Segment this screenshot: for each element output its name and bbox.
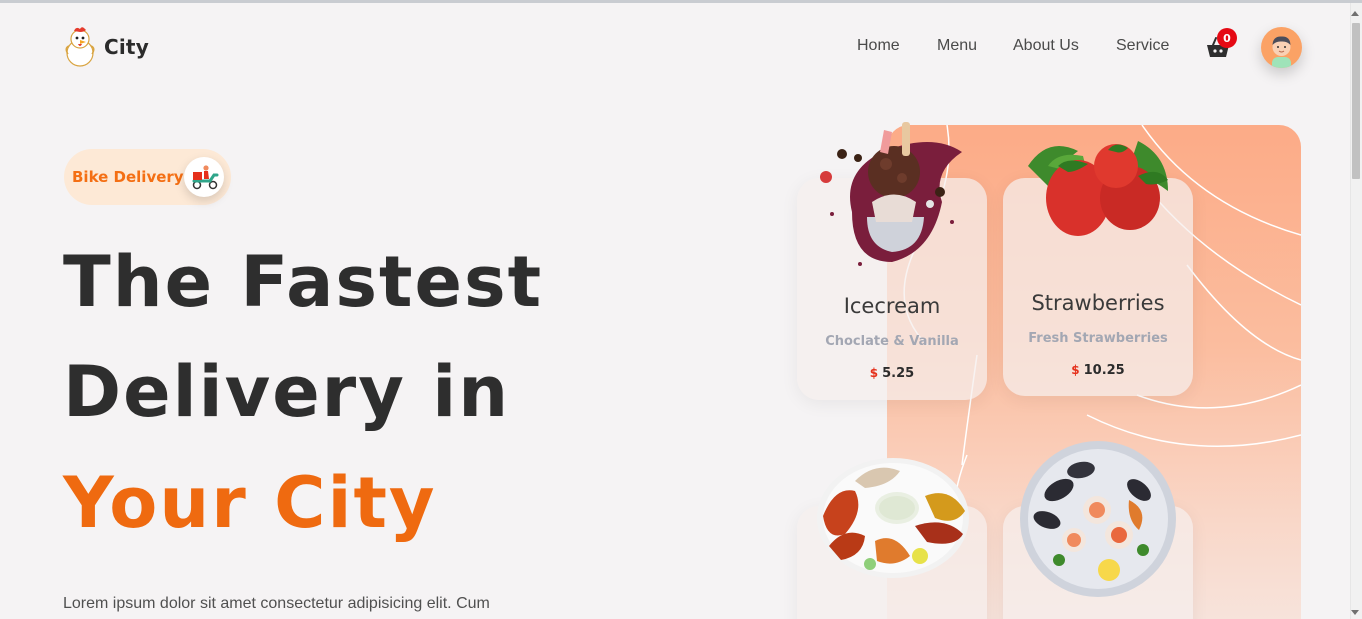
hero-description: Lorem ipsum dolor sit amet consectetur a… (63, 595, 490, 612)
icecream-image (820, 122, 962, 266)
nav-item-service[interactable]: Service (1116, 37, 1169, 55)
grilled-platter-image (817, 458, 969, 578)
scooter-delivery-icon-wrap (184, 157, 224, 197)
bike-delivery-badge: Bike Delivery (64, 149, 231, 205)
chicken-mascot-icon (65, 27, 95, 67)
scroll-down-arrow-icon[interactable] (1351, 610, 1359, 615)
headline-line-1: The Fastest (63, 241, 544, 323)
headline-line-2: Delivery in (63, 351, 511, 433)
product-title: Strawberries (1031, 291, 1165, 315)
scroll-up-arrow-icon[interactable] (1351, 11, 1359, 16)
seafood-platter-image (1020, 441, 1176, 597)
scrollbar-thumb[interactable] (1352, 23, 1360, 179)
page-scrollbar[interactable] (1350, 3, 1362, 619)
user-avatar[interactable] (1261, 27, 1302, 68)
headline-line-3: Your City (63, 462, 437, 544)
brand-logo[interactable]: City (62, 26, 149, 68)
price-value: 10.25 (1083, 363, 1125, 378)
scooter-delivery-icon (192, 165, 219, 190)
cart-count-badge: 0 (1217, 28, 1237, 48)
product-price: $5.25 (797, 366, 987, 381)
browser-top-border (0, 0, 1362, 3)
nav-item-menu[interactable]: Menu (937, 37, 977, 55)
product-subtitle: Fresh Strawberries (1028, 331, 1168, 346)
currency-symbol: $ (869, 366, 879, 380)
currency-symbol: $ (1071, 363, 1080, 377)
strawberries-image (1028, 141, 1168, 236)
brand-name: City (104, 35, 149, 59)
product-subtitle: Choclate & Vanilla (825, 334, 959, 349)
product-title: Icecream (843, 294, 941, 318)
product-price: $10.25 (1003, 363, 1193, 378)
nav-item-about-us[interactable]: About Us (1013, 37, 1079, 55)
user-avatar-icon (1272, 36, 1291, 68)
bike-delivery-label: Bike Delivery (72, 168, 184, 186)
price-value: 5.25 (882, 366, 915, 381)
nav-item-home[interactable]: Home (857, 37, 900, 55)
